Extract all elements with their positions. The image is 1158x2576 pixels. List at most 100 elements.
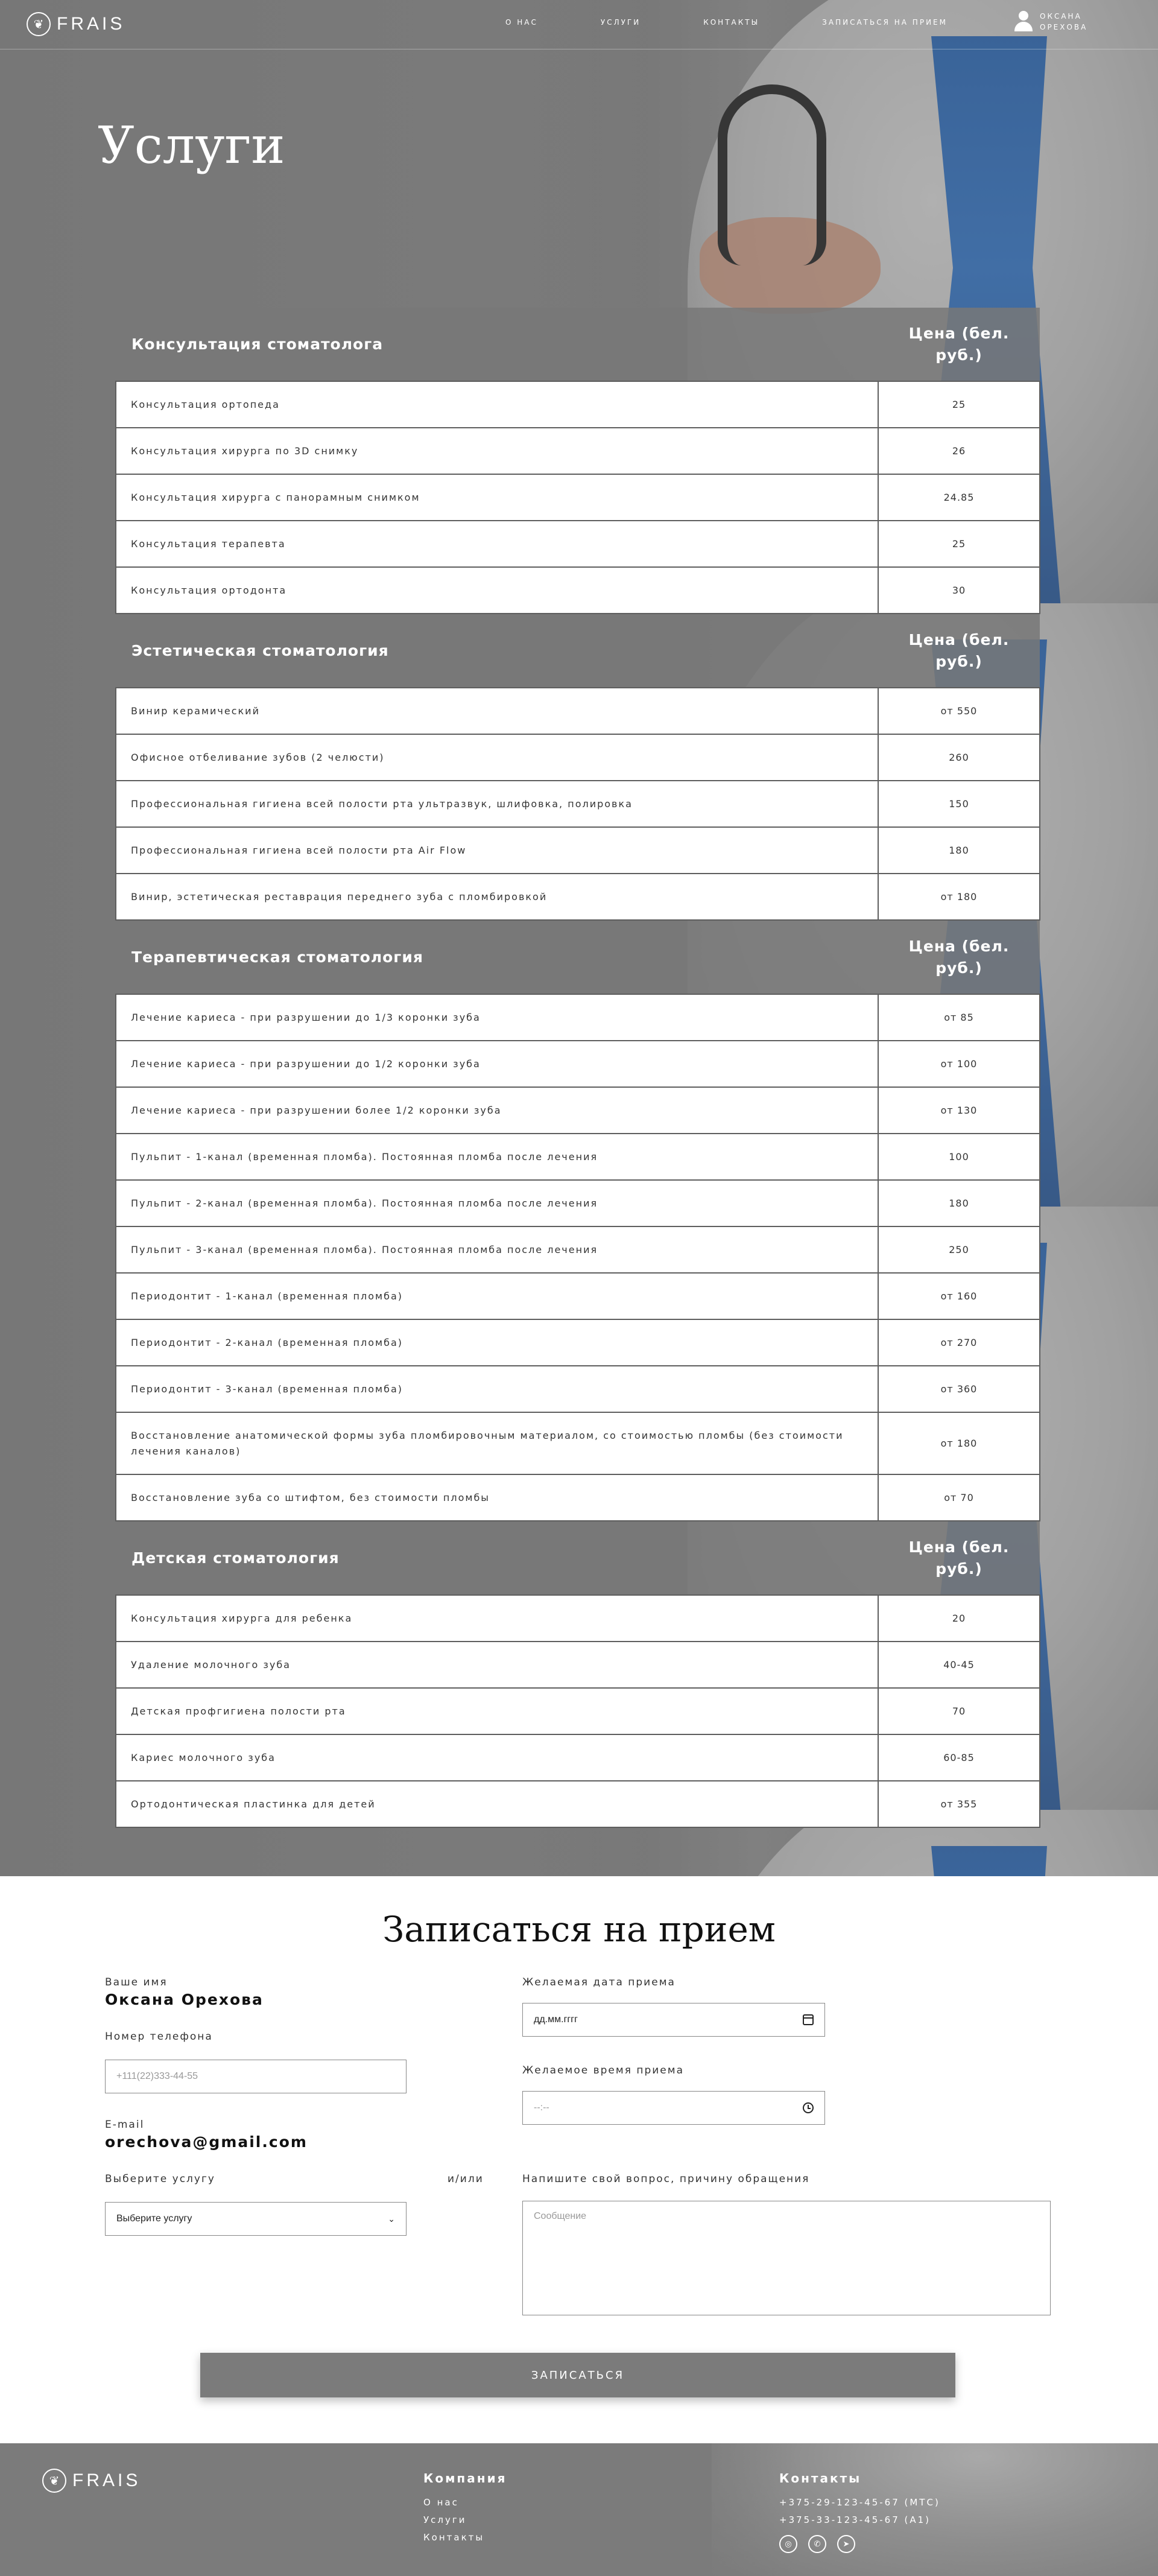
footer-company-title: Компания	[423, 2471, 507, 2486]
name-label: Ваше имя	[105, 1976, 168, 1988]
clock-icon[interactable]	[803, 2102, 814, 2113]
service-name: Восстановление анатомической формы зуба …	[115, 1412, 879, 1475]
service-price: 40-45	[878, 1641, 1040, 1689]
footer-phone-mts[interactable]: +375-29-123-45-67 (МТС)	[779, 2494, 940, 2511]
table-row: Периодонтит - 2-канал (временная пломба)…	[115, 1319, 1040, 1366]
appointment-form-section: Записаться на прием Ваше имя Оксана Орех…	[0, 1876, 1158, 2443]
service-price: от 550	[878, 687, 1040, 735]
price-column-header: Цена (бел. руб.)	[878, 1521, 1040, 1595]
service-name: Удаление молочного зуба	[115, 1641, 879, 1689]
service-name: Лечение кариеса - при разрушении более 1…	[115, 1087, 879, 1134]
footer-link-about[interactable]: О нас	[423, 2494, 507, 2511]
social-links: ◎ ✆ ➤	[779, 2535, 940, 2553]
footer-link-services[interactable]: Услуги	[423, 2511, 507, 2529]
service-name: Пульпит - 3-канал (временная пломба). По…	[115, 1226, 879, 1274]
table-row: Винир керамический от 550	[115, 687, 1040, 735]
service-name: Периодонтит - 1-канал (временная пломба)	[115, 1272, 879, 1320]
service-name: Восстановление зуба со штифтом, без стои…	[115, 1474, 879, 1521]
service-name: Периодонтит - 2-канал (временная пломба)	[115, 1319, 879, 1366]
phone-input[interactable]: +111(22)333-44-55	[105, 2060, 407, 2093]
table-row: Консультация ортодонта 30	[115, 566, 1040, 614]
telegram-icon[interactable]: ➤	[837, 2535, 855, 2553]
service-name: Пульпит - 1-канал (временная пломба). По…	[115, 1133, 879, 1181]
service-price: 100	[878, 1133, 1040, 1181]
footer-link-contacts[interactable]: Контакты	[423, 2529, 507, 2546]
footer: ❦ FRAIS Компания О нас Услуги Контакты К…	[0, 2443, 1158, 2576]
user-icon	[1013, 11, 1034, 33]
service-name: Консультация хирурга с панорамным снимко…	[115, 474, 879, 521]
email-label: E-mail	[105, 2119, 145, 2131]
table-row: Консультация хирурга с панорамным снимко…	[115, 474, 1040, 521]
time-input[interactable]: --:--	[522, 2091, 825, 2125]
brand-logo[interactable]: ❦ FRAIS	[27, 12, 125, 36]
service-name: Консультация хирурга для ребенка	[115, 1594, 879, 1642]
nav-link-about[interactable]: О НАС	[505, 18, 538, 27]
service-price: от 360	[878, 1365, 1040, 1413]
form-title: Записаться на прием	[382, 1909, 776, 1950]
service-name: Периодонтит - 3-канал (временная пломба)	[115, 1365, 879, 1413]
price-column-header: Цена (бел. руб.)	[878, 308, 1040, 381]
time-label: Желаемое время приема	[522, 2064, 684, 2076]
footer-phone-a1[interactable]: +375-33-123-45-67 (А1)	[779, 2511, 940, 2529]
price-column-header: Цена (бел. руб.)	[878, 921, 1040, 994]
table-row: Офисное отбеливание зубов (2 челюсти) 260	[115, 734, 1040, 781]
table-row: Детская профгигиена полости рта 70	[115, 1687, 1040, 1735]
table-row: Периодонтит - 1-канал (временная пломба)…	[115, 1272, 1040, 1320]
nav-link-appointment[interactable]: ЗАПИСАТЬСЯ НА ПРИЕМ	[822, 18, 948, 27]
service-select[interactable]: Выберите услугу ⌄	[105, 2202, 407, 2236]
table-row: Ортодонтическая пластинка для детей от 35…	[115, 1780, 1040, 1828]
tooth-logo-icon: ❦	[42, 2469, 66, 2493]
user-account[interactable]: ОКСАНА ОРЕХОВА	[1013, 11, 1087, 33]
message-textarea[interactable]: Сообщение	[522, 2201, 1051, 2315]
footer-logo[interactable]: ❦ FRAIS	[42, 2469, 141, 2493]
services-hero: ❦ FRAIS О НАС УСЛУГИ КОНТАКТЫ ЗАПИСАТЬСЯ…	[0, 0, 1158, 1876]
section-title: Терапевтическая стоматология	[116, 921, 878, 994]
service-price: от 100	[878, 1040, 1040, 1088]
service-price: 180	[878, 1179, 1040, 1227]
table-row: Восстановление зуба со штифтом, без стои…	[115, 1474, 1040, 1521]
service-label: Выберите услугу	[105, 2173, 215, 2185]
service-price: от 130	[878, 1087, 1040, 1134]
service-price: 250	[878, 1226, 1040, 1274]
submit-button[interactable]: ЗАПИСАТЬСЯ	[200, 2353, 955, 2397]
table-row: Пульпит - 2-канал (временная пломба). По…	[115, 1179, 1040, 1227]
section-title: Консультация стоматолога	[116, 308, 878, 381]
chevron-down-icon: ⌄	[388, 2213, 395, 2224]
price-tables: Консультация стоматолога Цена (бел. руб.)…	[115, 308, 1040, 1828]
service-price: 260	[878, 734, 1040, 781]
service-name: Детская профгигиена полости рта	[115, 1687, 879, 1735]
service-name: Винир, эстетическая реставрация переднег…	[115, 873, 879, 921]
price-table: Терапевтическая стоматология Цена (бел. р…	[115, 921, 1040, 1521]
table-row: Профессиональная гигиена всей полости рт…	[115, 826, 1040, 874]
table-row: Лечение кариеса - при разрушении до 1/3 …	[115, 994, 1040, 1041]
table-row: Восстановление анатомической формы зуба …	[115, 1412, 1040, 1475]
price-table: Детская стоматология Цена (бел. руб.) Конс…	[115, 1521, 1040, 1828]
service-name: Офисное отбеливание зубов (2 челюсти)	[115, 734, 879, 781]
service-price: от 180	[878, 873, 1040, 921]
brand-name: FRAIS	[57, 14, 125, 34]
table-row: Лечение кариеса - при разрушении до 1/2 …	[115, 1040, 1040, 1088]
nav-link-services[interactable]: УСЛУГИ	[601, 18, 641, 27]
date-input[interactable]: дд.мм.гггг	[522, 2003, 825, 2037]
service-name: Пульпит - 2-канал (временная пломба). По…	[115, 1179, 879, 1227]
viber-icon[interactable]: ✆	[808, 2535, 826, 2553]
calendar-icon[interactable]	[803, 2014, 814, 2025]
instagram-icon[interactable]: ◎	[779, 2535, 797, 2553]
service-price: 30	[878, 566, 1040, 614]
service-price: 24.85	[878, 474, 1040, 521]
or-text: и/или	[448, 2173, 484, 2185]
table-row: Винир, эстетическая реставрация переднег…	[115, 873, 1040, 921]
table-row: Консультация хирурга для ребенка 20	[115, 1594, 1040, 1642]
table-row: Консультация хирурга по 3D снимку 26	[115, 427, 1040, 475]
service-price: от 355	[878, 1780, 1040, 1828]
name-value: Оксана Орехова	[105, 1991, 264, 2008]
service-price: от 270	[878, 1319, 1040, 1366]
main-menu: О НАС УСЛУГИ КОНТАКТЫ ЗАПИСАТЬСЯ НА ПРИЕ…	[505, 18, 1010, 27]
section-title: Эстетическая стоматология	[116, 614, 878, 688]
service-price: 26	[878, 427, 1040, 475]
top-nav: ❦ FRAIS О НАС УСЛУГИ КОНТАКТЫ ЗАПИСАТЬСЯ…	[0, 0, 1158, 49]
section-title: Детская стоматология	[116, 1521, 878, 1595]
price-table: Консультация стоматолога Цена (бел. руб.)…	[115, 308, 1040, 614]
nav-link-contacts[interactable]: КОНТАКТЫ	[703, 18, 759, 27]
service-price: 25	[878, 520, 1040, 568]
